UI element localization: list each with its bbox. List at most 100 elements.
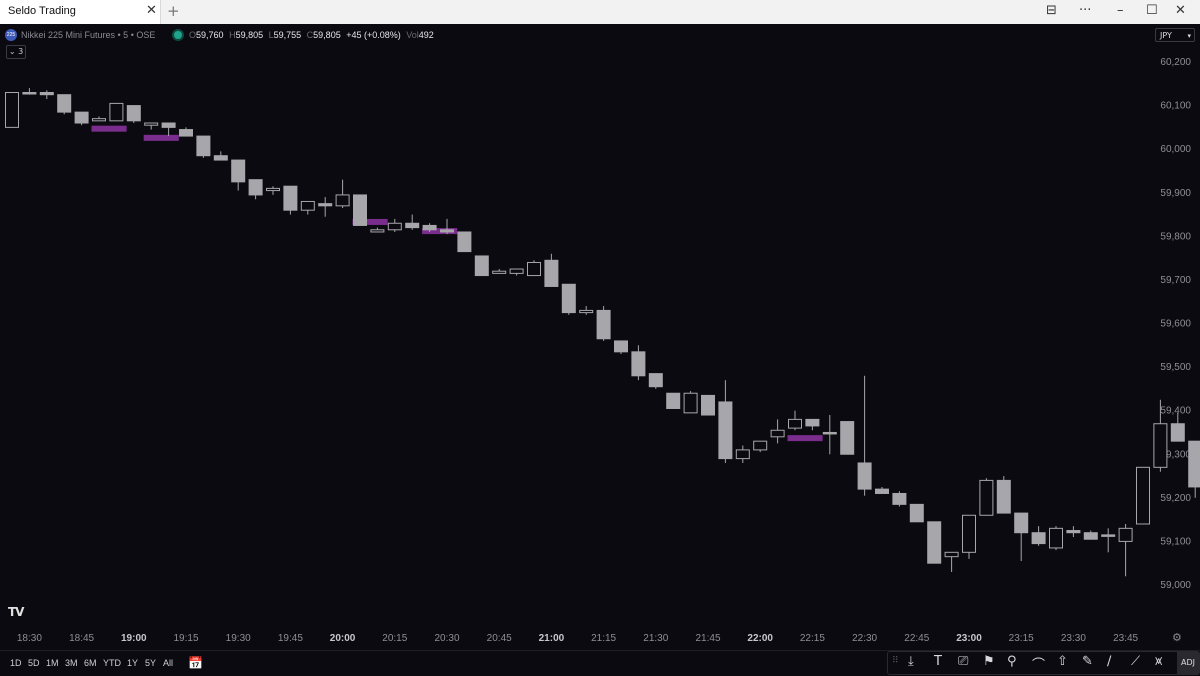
- ray-tool-icon[interactable]: ⟋: [1131, 654, 1140, 669]
- price-note-icon[interactable]: ⎚: [958, 654, 968, 669]
- range-5d-button[interactable]: 5D: [28, 658, 40, 668]
- candle-up: [1118, 527, 1133, 542]
- candle-down: [840, 421, 855, 455]
- candle-down: [909, 503, 924, 523]
- x-axis-tick-label: 22:15: [800, 633, 825, 644]
- curve-tool-icon[interactable]: ⌒: [1032, 654, 1045, 673]
- candle-down: [161, 122, 176, 128]
- y-axis-tick-label: 59,600: [1160, 319, 1191, 330]
- highlight-marker: [91, 125, 127, 132]
- candle-down: [440, 229, 454, 233]
- candle-down: [596, 309, 611, 340]
- candle-down: [1170, 423, 1185, 442]
- candle-down: [1101, 534, 1116, 537]
- y-axis-tick-label: 59,900: [1160, 188, 1191, 199]
- x-axis-tick-label: 19:15: [173, 633, 198, 644]
- candle-down: [822, 431, 837, 435]
- candle-down: [718, 401, 733, 460]
- candle-down: [422, 224, 437, 231]
- x-axis-tick-label: 20:00: [330, 633, 356, 644]
- drag-handle-icon[interactable]: ⠿: [892, 656, 899, 666]
- candle-up: [509, 268, 524, 274]
- volume-value: 492: [418, 30, 434, 40]
- candle-down: [179, 129, 193, 137]
- trend-line-icon[interactable]: ∕: [1107, 654, 1111, 669]
- price-chart[interactable]: 60,200 60,100 60,000 59,900 59,800 59,700 59,6…: [0, 0, 1200, 650]
- candle-down: [231, 159, 246, 183]
- candle-down: [74, 111, 89, 124]
- range-1d-button[interactable]: 1D: [10, 658, 22, 668]
- arrow-down-marker-icon[interactable]: ⤓: [908, 654, 914, 669]
- range-ytd-button[interactable]: YTD: [103, 658, 121, 668]
- candle-down: [457, 231, 472, 253]
- candle-up: [1049, 527, 1063, 549]
- volume-key: Vol: [406, 30, 419, 40]
- indicators-toggle-button[interactable]: ⌄ 3: [6, 45, 26, 59]
- pin-icon[interactable]: ⚲: [1007, 654, 1017, 669]
- currency-select[interactable]: JPY ▾: [1155, 28, 1195, 42]
- low-value: 59,755: [273, 30, 302, 40]
- candle-down: [614, 340, 628, 353]
- candle-down: [126, 105, 141, 122]
- candle-up: [788, 418, 802, 429]
- x-axis-tick-label: 22:30: [852, 633, 877, 644]
- candle-down: [561, 283, 576, 314]
- y-axis-tick-label: 59,500: [1160, 362, 1191, 373]
- candle-down: [875, 488, 889, 494]
- range-5y-button[interactable]: 5Y: [145, 658, 156, 668]
- arrow-up-marker-icon[interactable]: ⇧: [1057, 654, 1068, 669]
- x-axis-tick-label: 20:45: [487, 633, 512, 644]
- adjust-data-button[interactable]: ADJ: [1177, 652, 1199, 674]
- close-value: 59,805: [313, 30, 341, 40]
- parallel-channel-icon[interactable]: ⩙: [1155, 654, 1162, 669]
- x-axis-tick-label: 22:00: [747, 633, 773, 644]
- range-1m-button[interactable]: 1M: [46, 658, 59, 668]
- market-open-icon: [174, 31, 182, 39]
- candle-down: [701, 394, 715, 416]
- symbol-info-bar: 225 Nikkei 225 Mini Futures • 5 • OSE O5…: [0, 28, 1150, 44]
- y-axis-tick-label: 60,200: [1160, 57, 1191, 68]
- gear-icon[interactable]: ⚙: [1172, 631, 1182, 644]
- x-axis-tick-label: 23:15: [1009, 633, 1034, 644]
- candle-up: [579, 309, 594, 314]
- y-axis-tick-label: 59,200: [1160, 493, 1191, 504]
- calendar-icon[interactable]: 📅: [188, 656, 203, 670]
- candle-down: [405, 222, 420, 229]
- range-6m-button[interactable]: 6M: [84, 658, 97, 668]
- candle-up: [770, 429, 785, 438]
- candle-down: [283, 185, 298, 211]
- change-value: +45 (+0.08%): [346, 30, 401, 40]
- candle-up: [92, 118, 106, 122]
- tradingview-logo[interactable]: TV: [8, 605, 25, 619]
- x-axis-tick-label: 23:45: [1113, 633, 1138, 644]
- x-axis-tick-label: 18:45: [69, 633, 94, 644]
- x-axis-tick-label: 22:45: [904, 633, 929, 644]
- y-axis-tick-label: 60,100: [1160, 101, 1191, 112]
- candle-up: [300, 200, 315, 211]
- candle-down: [648, 373, 663, 388]
- range-3m-button[interactable]: 3M: [65, 658, 78, 668]
- candle-down: [996, 479, 1011, 514]
- candle-down: [857, 462, 872, 490]
- x-axis-tick-label: 19:00: [121, 633, 147, 644]
- candle-down: [39, 92, 54, 96]
- high-key: H: [229, 30, 236, 40]
- candle-down: [927, 521, 942, 564]
- candle-down: [248, 179, 263, 196]
- candle-up: [683, 392, 698, 414]
- candle-down: [805, 418, 820, 427]
- candle-down: [57, 94, 72, 113]
- nikkei-symbol-icon: 225: [5, 29, 17, 41]
- candle-up: [1153, 423, 1168, 468]
- y-axis-tick-label: 60,000: [1160, 144, 1191, 155]
- candle-up: [753, 440, 768, 451]
- flag-icon[interactable]: ⚑: [983, 654, 995, 669]
- x-axis-tick-label: 21:00: [539, 633, 565, 644]
- brush-icon[interactable]: ✎: [1082, 654, 1093, 669]
- x-axis-tick-label: 21:30: [643, 633, 668, 644]
- text-tool-icon[interactable]: T: [934, 654, 942, 669]
- range-all-button[interactable]: All: [163, 658, 173, 668]
- range-1y-button[interactable]: 1Y: [127, 658, 138, 668]
- symbol-name[interactable]: Nikkei 225 Mini Futures • 5 • OSE: [21, 30, 155, 40]
- candle-down: [213, 155, 228, 161]
